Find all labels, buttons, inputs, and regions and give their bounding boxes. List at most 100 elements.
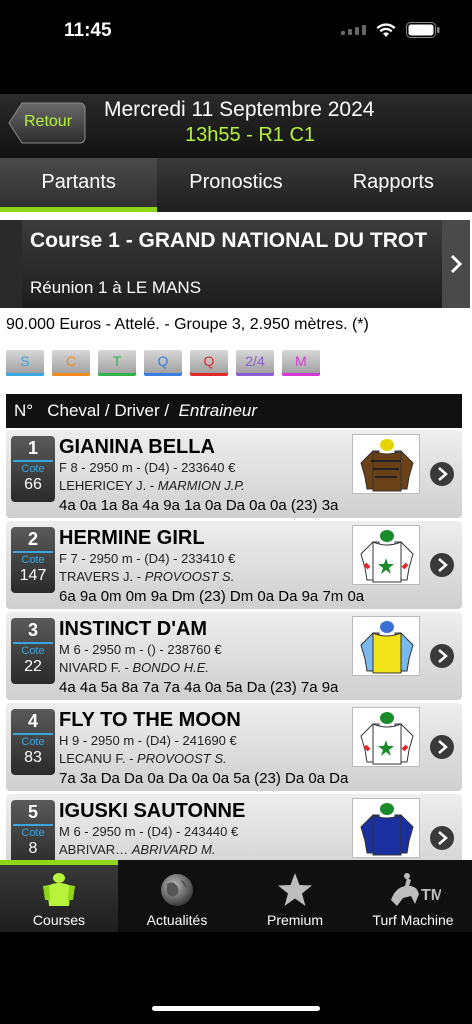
jockey-icon [43,873,75,906]
runner-number-box: 1 Cote 66 [11,436,55,502]
trainer: MARMION J.P. [157,478,245,493]
runner-row[interactable]: 5 Cote 8 IGUSKI SAUTONNE M 6 - 2950 m - (D4)… [6,794,462,860]
bet-simple[interactable]: S [6,350,44,376]
driver: NIVARD F. - [59,660,129,675]
horse-performance: 7a 3a Da Da 0a Da 0a 0a 5a (23) Da 0a Da [59,770,349,787]
jockey-silk-icon [352,525,420,585]
cote-label: Cote [21,827,45,839]
trainer: BONDO H.E. [132,660,210,675]
cote-value: 22 [24,658,42,675]
nav-courses[interactable]: Courses [0,860,118,932]
runner-number-box: 4 Cote 83 [11,709,55,775]
horse-driver-trainer: NIVARD F. - BONDO H.E. [59,660,209,675]
runner-number-box: 5 Cote 8 [11,800,55,860]
cellular-signal-icon [341,25,366,35]
trainer: ABRIVARD M. [131,842,216,857]
horse-driver-trainer: ABRIVAR… ABRIVARD M. [59,842,216,857]
runner-row[interactable]: 1 Cote 66 GIANINA BELLA F 8 - 2950 m - (D4) … [6,430,462,518]
chevron-right-icon [438,649,448,663]
horse-performance: 4a 4a 5a 8a 7a 7a 4a 0a 5a Da (23) 7a 9a [59,679,339,696]
bet-quinte[interactable]: Q [190,350,228,376]
chevron-right-icon [438,558,448,572]
star-icon [278,873,312,906]
driver: LEHERICEY J. - [59,478,155,493]
back-label: Retour [24,113,73,130]
battery-icon [406,22,440,38]
tab-pronostics[interactable]: Pronostics [157,158,314,212]
wifi-icon [376,23,396,37]
jockey-silk-icon [352,434,420,494]
horse-meta: F 8 - 2950 m - (D4) - 233640 € [59,460,236,475]
nav-label: Turf Machine [372,912,454,928]
tab-rapports[interactable]: Rapports [315,158,472,212]
course-info: 90.000 Euros - Attelé. - Groupe 3, 2.950… [6,316,369,333]
runner-number: 4 [27,711,38,731]
bet-couple[interactable]: C [52,350,90,376]
runner-detail-button[interactable] [430,462,454,486]
bet-quarte[interactable]: Q [144,350,182,376]
bet-trio[interactable]: T [98,350,136,376]
horse-driver-trainer: TRAVERS J. - PROVOOST S. [59,569,234,584]
nav-label: Courses [32,912,86,928]
course-title: Course 1 - GRAND NATIONAL DU TROT [30,229,428,252]
course-header[interactable]: Course 1 - GRAND NATIONAL DU TROT Réunio… [0,220,470,308]
runner-number: 1 [27,438,38,458]
col-number: N° [14,401,34,420]
cote-label: Cote [21,736,45,748]
jockey-silk-icon [352,707,420,767]
runner-detail-button[interactable] [430,735,454,759]
cote-value: 83 [24,749,42,766]
bet-label: Q [157,353,169,369]
horse-performance: 4a 0a 1a 8a 4a 9a 1a 0a Da 0a 0a (23) 3a [59,497,339,514]
cote-label: Cote [21,554,45,566]
bottom-nav: Courses Actualités Premium TM Turf Machi… [0,860,472,932]
status-time: 11:45 [64,20,112,41]
horse-driver-trainer: LECANU F. - PROVOOST S. [59,751,227,766]
runner-row[interactable]: 2 Cote 147 HERMINE GIRL F 7 - 2950 m - (D4) … [6,521,462,609]
bet-label: C [65,353,77,369]
bet-label: S [20,353,30,369]
bet-label: 2/4 [245,353,265,369]
horse-rider-icon: TM [391,873,441,906]
cote-value: 66 [24,476,42,493]
col-entraineur: Entraineur [178,401,258,420]
runner-number: 2 [27,529,38,549]
driver: LECANU F. - [59,751,134,766]
runners-table-header: N° Cheval / Driver / Entraineur [6,394,462,428]
race-date: Mercredi 11 Septembre 2024 [104,98,375,121]
runner-detail-button[interactable] [430,826,454,850]
horse-meta: H 9 - 2950 m - (D4) - 241690 € [59,733,237,748]
nav-premium[interactable]: Premium [236,860,354,932]
horse-meta: M 6 - 2950 m - (D4) - 243440 € [59,824,239,839]
horse-name: HERMINE GIRL [59,527,205,549]
cote-value: 147 [19,567,47,584]
tab-bar: Partants Pronostics Rapports [0,158,472,212]
nav-turf-machine[interactable]: TM Turf Machine [354,860,472,932]
runner-number: 5 [27,802,38,822]
runner-number-box: 3 Cote 22 [11,618,55,684]
horse-meta: M 6 - 2950 m - () - 238760 € [59,642,222,657]
bet-2sur4[interactable]: 2/4 [236,350,274,376]
svg-text:TM: TM [421,887,441,904]
status-icons [341,22,440,38]
runner-detail-button[interactable] [430,553,454,577]
status-bar: 11:45 [0,0,472,64]
driver: ABRIVAR… [59,842,129,857]
horse-name: INSTINCT D'AM [59,618,208,640]
chevron-right-icon [438,467,448,481]
runner-row[interactable]: 3 Cote 22 INSTINCT D'AM M 6 - 2950 m - () - … [6,612,462,700]
runner-detail-button[interactable] [430,644,454,668]
home-indicator[interactable] [152,1006,320,1011]
header: Retour Mercredi 11 Septembre 2024 13h55 … [0,94,472,158]
nav-actualites[interactable]: Actualités [118,860,236,932]
course-detail-arrow[interactable] [442,220,470,308]
runner-row[interactable]: 4 Cote 83 FLY TO THE MOON H 9 - 2950 m - (D4… [6,703,462,791]
driver: TRAVERS J. - [59,569,142,584]
back-button[interactable]: Retour [8,102,86,144]
globe-icon [161,874,193,906]
cote-label: Cote [21,463,45,475]
trainer: PROVOOST S. [137,751,227,766]
bet-multi[interactable]: M [282,350,320,376]
tab-partants[interactable]: Partants [0,158,158,212]
course-header-edge [0,220,22,308]
